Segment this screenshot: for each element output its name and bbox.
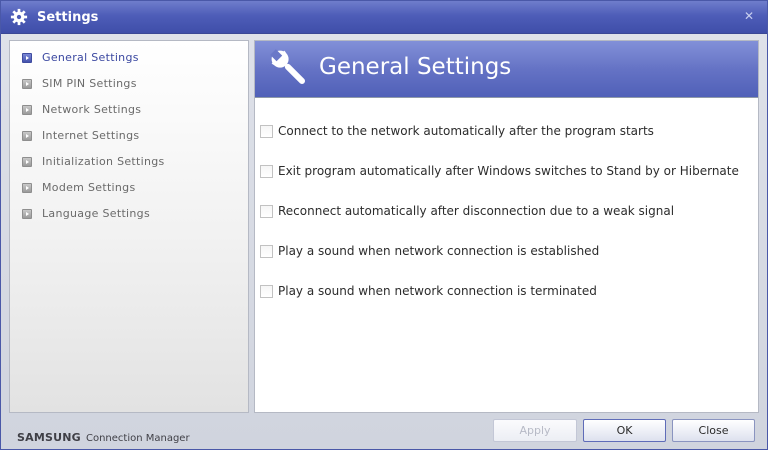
arrow-bullet-icon	[22, 209, 32, 219]
checkbox[interactable]	[260, 125, 273, 138]
sidebar-item-label: Initialization Settings	[42, 155, 165, 168]
arrow-bullet-icon	[22, 79, 32, 89]
arrow-bullet-icon	[22, 157, 32, 167]
sidebar-item-label: Modem Settings	[42, 181, 136, 194]
option-sound-terminated[interactable]: Play a sound when network connection is …	[260, 283, 750, 301]
sidebar-item-label: Internet Settings	[42, 129, 140, 142]
title-bar[interactable]: Settings ✕	[1, 1, 767, 34]
brand-name: SAMSUNG	[17, 431, 81, 444]
window-title: Settings	[37, 10, 99, 25]
apply-button[interactable]: Apply	[493, 419, 577, 442]
checkbox[interactable]	[260, 165, 273, 178]
option-label: Exit program automatically after Windows…	[278, 164, 739, 178]
sidebar-item-label: Language Settings	[42, 207, 150, 220]
arrow-bullet-icon	[22, 53, 32, 63]
sidebar-item-initialization[interactable]: Initialization Settings	[10, 151, 248, 173]
option-sound-established[interactable]: Play a sound when network connection is …	[260, 243, 750, 261]
option-label: Connect to the network automatically aft…	[278, 124, 654, 138]
settings-window: Settings ✕ General Settings SIM PIN Sett…	[0, 0, 768, 450]
option-auto-connect[interactable]: Connect to the network automatically aft…	[260, 123, 750, 141]
checkbox[interactable]	[260, 205, 273, 218]
option-exit-on-standby[interactable]: Exit program automatically after Windows…	[260, 163, 750, 181]
section-banner: General Settings	[255, 41, 758, 98]
sidebar-item-general[interactable]: General Settings	[10, 47, 248, 69]
close-button[interactable]: Close	[672, 419, 755, 442]
section-title: General Settings	[319, 54, 512, 80]
brand-logo: SAMSUNG Connection Manager	[17, 426, 190, 445]
option-label: Play a sound when network connection is …	[278, 284, 597, 298]
product-name: Connection Manager	[85, 433, 190, 444]
checkbox[interactable]	[260, 285, 273, 298]
option-label: Reconnect automatically after disconnect…	[278, 204, 675, 218]
gear-icon	[10, 8, 28, 26]
settings-content-panel: General Settings Connect to the network …	[254, 40, 759, 413]
ok-button[interactable]: OK	[583, 419, 666, 442]
settings-sidebar: General Settings SIM PIN Settings Networ…	[9, 40, 249, 413]
option-auto-reconnect[interactable]: Reconnect automatically after disconnect…	[260, 203, 750, 221]
sidebar-item-label: SIM PIN Settings	[42, 77, 137, 90]
sidebar-item-network[interactable]: Network Settings	[10, 99, 248, 121]
wrench-icon	[270, 49, 306, 85]
checkbox[interactable]	[260, 245, 273, 258]
sidebar-item-modem[interactable]: Modem Settings	[10, 177, 248, 199]
option-label: Play a sound when network connection is …	[278, 244, 600, 258]
sidebar-item-label: Network Settings	[42, 103, 142, 116]
sidebar-item-language[interactable]: Language Settings	[10, 203, 248, 225]
arrow-bullet-icon	[22, 105, 32, 115]
arrow-bullet-icon	[22, 183, 32, 193]
sidebar-item-internet[interactable]: Internet Settings	[10, 125, 248, 147]
close-icon[interactable]: ✕	[744, 9, 754, 23]
sidebar-item-label: General Settings	[42, 51, 139, 64]
sidebar-item-sim-pin[interactable]: SIM PIN Settings	[10, 73, 248, 95]
arrow-bullet-icon	[22, 131, 32, 141]
